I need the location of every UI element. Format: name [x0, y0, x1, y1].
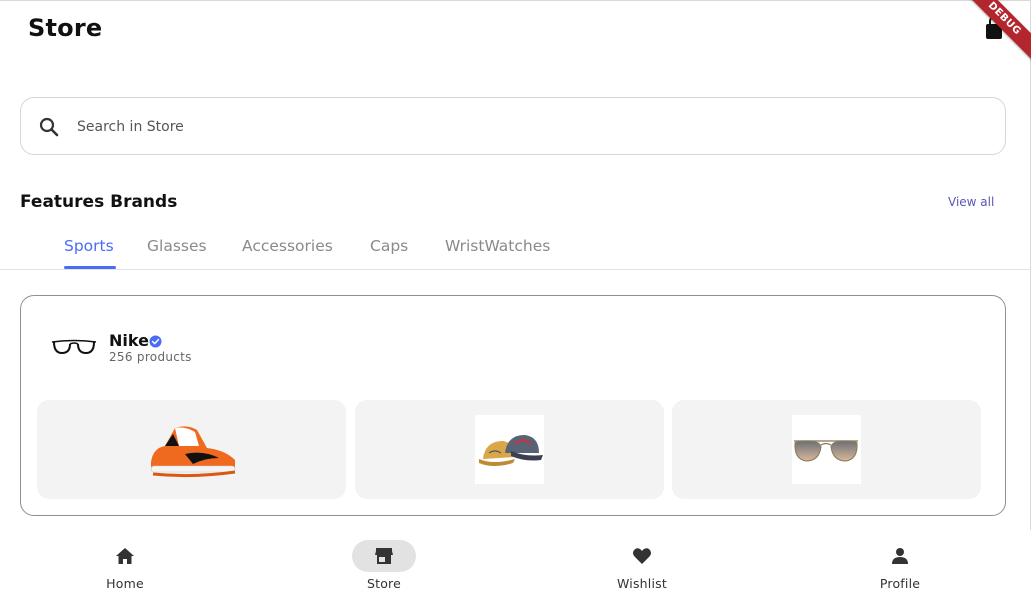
nav-item-store[interactable]: Store: [324, 530, 444, 606]
caps-image: [475, 415, 544, 484]
bottom-navigation: Home Store Wishlist Profile: [0, 530, 1031, 606]
nav-label: Store: [366, 576, 402, 591]
tab-sports[interactable]: Sports: [64, 237, 114, 255]
product-thumbnail[interactable]: [37, 400, 346, 499]
home-icon: [115, 546, 135, 566]
search-icon: [38, 116, 60, 138]
verified-badge-icon: [149, 333, 162, 348]
nav-item-profile[interactable]: Profile: [840, 530, 960, 606]
nav-label: Wishlist: [617, 576, 667, 591]
sunglasses-image: [792, 415, 861, 484]
product-thumbnail[interactable]: [355, 400, 664, 499]
tab-indicator: [64, 266, 116, 269]
nav-label: Home: [106, 576, 144, 591]
app-bar: Store: [0, 0, 1031, 60]
tab-accessories[interactable]: Accessories: [242, 237, 333, 255]
tab-caps[interactable]: Caps: [370, 237, 408, 255]
sneaker-image: [145, 420, 239, 480]
heart-icon: [632, 546, 652, 566]
search-bar[interactable]: [20, 97, 1006, 155]
brand-product-count: 256 products: [109, 350, 192, 364]
category-tabs: Sports Glasses Accessories Caps WristWat…: [0, 228, 1031, 270]
view-all-link[interactable]: View all: [948, 195, 994, 209]
nav-label: Profile: [879, 576, 921, 591]
product-thumbnail[interactable]: [672, 400, 981, 499]
brand-card[interactable]: Nike 256 products: [20, 295, 1006, 516]
person-icon: [890, 546, 910, 566]
page-title: Store: [28, 14, 103, 42]
search-input[interactable]: [77, 115, 977, 139]
tab-wristwatches[interactable]: WristWatches: [445, 237, 550, 255]
tab-glasses[interactable]: Glasses: [147, 237, 207, 255]
nav-item-home[interactable]: Home: [65, 530, 185, 606]
store-icon: [374, 546, 394, 566]
glasses-logo-icon: [51, 336, 97, 358]
section-title: Features Brands: [20, 192, 178, 212]
brand-name: Nike: [109, 331, 149, 350]
nav-item-wishlist[interactable]: Wishlist: [582, 530, 702, 606]
